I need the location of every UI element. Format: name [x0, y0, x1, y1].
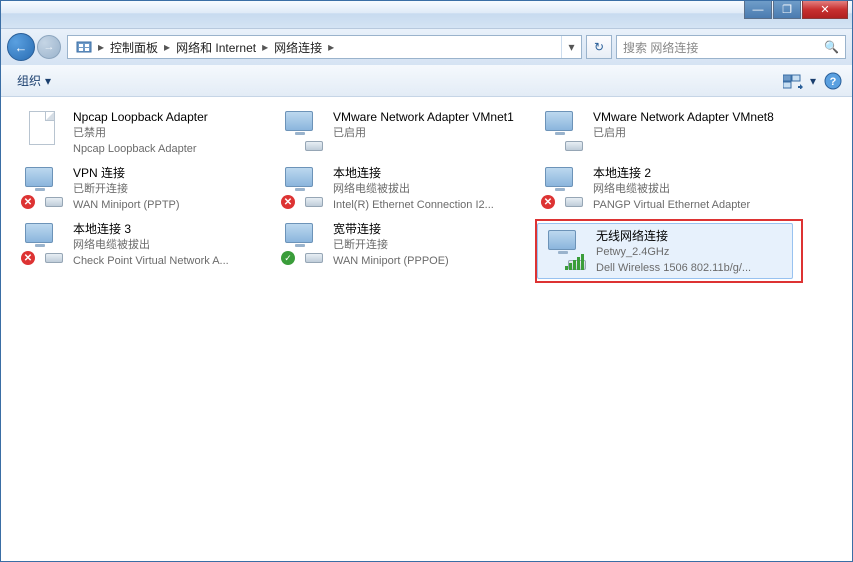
connection-name: 本地连接 2 [593, 165, 789, 181]
nav-buttons: ← → [7, 33, 63, 61]
network-adapter-icon: ✕ [21, 221, 65, 265]
connection-device: Dell Wireless 1506 802.11b/g/... [596, 260, 786, 276]
connection-text: 本地连接网络电缆被拔出Intel(R) Ethernet Connection … [333, 165, 529, 213]
network-adapter-icon [541, 109, 585, 153]
connection-name: 本地连接 3 [73, 221, 269, 237]
wifi-signal-icon [565, 254, 584, 270]
connection-text: VMware Network Adapter VMnet1已启用 [333, 109, 529, 141]
connection-text: VMware Network Adapter VMnet8已启用 [593, 109, 789, 141]
connection-device: WAN Miniport (PPPOE) [333, 253, 529, 269]
network-adapter-icon: ✕ [21, 165, 65, 209]
connection-status: 网络电缆被拔出 [73, 237, 269, 253]
control-panel-icon [76, 39, 92, 55]
disconnected-overlay-icon: ✕ [21, 195, 35, 209]
connection-status: 已禁用 [73, 125, 269, 141]
search-icon: 🔍 [824, 40, 839, 54]
organize-menu[interactable]: 组织 ▾ [9, 68, 59, 93]
network-adapter-icon: ✕ [541, 165, 585, 209]
disconnected-overlay-icon: ✕ [21, 251, 35, 265]
network-adapter-icon [544, 228, 588, 272]
connection-item[interactable]: Npcap Loopback Adapter已禁用Npcap Loopback … [15, 105, 275, 161]
connection-item[interactable]: ✕ 本地连接 2网络电缆被拔出PANGP Virtual Ethernet Ada… [535, 161, 795, 217]
refresh-button[interactable]: ↻ [586, 35, 612, 59]
disconnected-overlay-icon: ✕ [541, 195, 555, 209]
network-adapter-icon [281, 109, 325, 153]
connection-status: 已断开连接 [333, 237, 529, 253]
address-dropdown[interactable]: ▾ [561, 36, 581, 58]
network-adapter-icon: ✕ [281, 165, 325, 209]
nav-toolbar: ← → ▸ 控制面板 ▸ 网络和 Internet ▸ 网络连接 ▸ ▾ ↻ 搜… [1, 29, 852, 65]
connection-name: 宽带连接 [333, 221, 529, 237]
chevron-icon: ▸ [260, 40, 270, 54]
window-controls: — ❐ ✕ [743, 1, 848, 19]
chevron-down-icon: ▾ [45, 74, 51, 88]
maximize-button[interactable]: ❐ [773, 1, 801, 19]
connection-device: Npcap Loopback Adapter [73, 141, 269, 157]
connection-device: PANGP Virtual Ethernet Adapter [593, 197, 789, 213]
breadcrumb-control-panel[interactable]: 控制面板 [106, 36, 162, 58]
connection-status: 已启用 [593, 125, 789, 141]
help-button[interactable]: ? [822, 70, 844, 92]
view-options-button[interactable] [782, 70, 804, 92]
connection-item[interactable]: ✕ 本地连接网络电缆被拔出Intel(R) Ethernet Connection… [275, 161, 535, 217]
connection-name: VMware Network Adapter VMnet8 [593, 109, 789, 125]
search-input[interactable]: 搜索 网络连接 🔍 [616, 35, 846, 59]
connection-name: 本地连接 [333, 165, 529, 181]
search-placeholder: 搜索 网络连接 [623, 39, 698, 56]
connection-device: WAN Miniport (PPTP) [73, 197, 269, 213]
disconnected-overlay-icon: ✕ [281, 195, 295, 209]
minimize-button[interactable]: — [744, 1, 772, 19]
command-toolbar: 组织 ▾ ▾ ? [1, 65, 852, 97]
chevron-icon: ▸ [162, 40, 172, 54]
network-adapter-icon: ✓ [281, 221, 325, 265]
connection-name: 无线网络连接 [596, 228, 786, 244]
chevron-down-icon: ▾ [810, 74, 816, 88]
connection-text: VPN 连接已断开连接WAN Miniport (PPTP) [73, 165, 269, 213]
connection-status: Petwy_2.4GHz [596, 244, 786, 260]
connection-text: 宽带连接已断开连接WAN Miniport (PPPOE) [333, 221, 529, 269]
connection-status: 已启用 [333, 125, 529, 141]
connection-text: Npcap Loopback Adapter已禁用Npcap Loopback … [73, 109, 269, 157]
connections-pane[interactable]: Npcap Loopback Adapter已禁用Npcap Loopback … [1, 97, 852, 561]
titlebar: — ❐ ✕ [1, 1, 852, 29]
chevron-icon: ▸ [96, 40, 106, 54]
network-adapter-icon [21, 109, 65, 153]
breadcrumb-network-internet[interactable]: 网络和 Internet [172, 36, 260, 58]
connection-item[interactable]: VMware Network Adapter VMnet1已启用 [275, 105, 535, 161]
svg-text:?: ? [830, 76, 837, 88]
connection-device: Check Point Virtual Network A... [73, 253, 269, 269]
connection-status: 网络电缆被拔出 [593, 181, 789, 197]
connection-item[interactable]: ✕ 本地连接 3网络电缆被拔出Check Point Virtual Networ… [15, 217, 275, 273]
connection-item[interactable]: VMware Network Adapter VMnet8已启用 [535, 105, 795, 161]
connection-text: 本地连接 3网络电缆被拔出Check Point Virtual Network… [73, 221, 269, 269]
connection-status: 已断开连接 [73, 181, 269, 197]
connection-name: VMware Network Adapter VMnet1 [333, 109, 529, 125]
toolbar-right: ▾ ? [782, 70, 844, 92]
connection-name: Npcap Loopback Adapter [73, 109, 269, 125]
back-button[interactable]: ← [7, 33, 35, 61]
close-button[interactable]: ✕ [802, 1, 848, 19]
connection-item[interactable]: ✓ 宽带连接已断开连接WAN Miniport (PPPOE) [275, 217, 535, 273]
forward-button[interactable]: → [37, 35, 61, 59]
address-bar[interactable]: ▸ 控制面板 ▸ 网络和 Internet ▸ 网络连接 ▸ ▾ [67, 35, 582, 59]
chevron-icon: ▸ [326, 40, 336, 54]
ok-overlay-icon: ✓ [281, 251, 295, 265]
connection-name: VPN 连接 [73, 165, 269, 181]
breadcrumb-network-connections[interactable]: 网络连接 [270, 36, 326, 58]
connection-device: Intel(R) Ethernet Connection I2... [333, 197, 529, 213]
connection-text: 无线网络连接Petwy_2.4GHzDell Wireless 1506 802… [596, 228, 786, 276]
connection-status: 网络电缆被拔出 [333, 181, 529, 197]
connection-item[interactable]: 无线网络连接Petwy_2.4GHzDell Wireless 1506 802… [537, 223, 793, 279]
explorer-window: — ❐ ✕ ← → ▸ 控制面板 ▸ 网络和 Internet ▸ 网络连接 ▸… [0, 0, 853, 562]
organize-label: 组织 [17, 72, 41, 89]
connection-text: 本地连接 2网络电缆被拔出PANGP Virtual Ethernet Adap… [593, 165, 789, 213]
connection-item[interactable]: ✕ VPN 连接已断开连接WAN Miniport (PPTP) [15, 161, 275, 217]
